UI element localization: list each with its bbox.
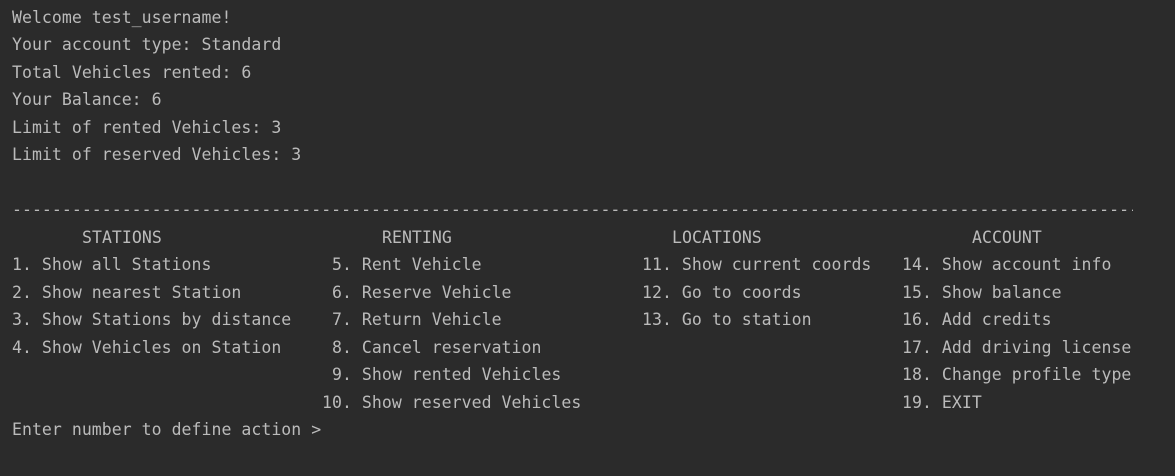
menu-item-show-balance: 15. Show balance — [902, 283, 1062, 302]
separator-line: ----------------------------------------… — [12, 200, 1133, 219]
limit-reserved-text: Limit of reserved Vehicles: 3 — [12, 145, 302, 164]
menu-item-show-account-info: 14. Show account info — [902, 255, 1112, 274]
account-header: ACCOUNT — [972, 228, 1042, 247]
menu-item-add-credits: 16. Add credits — [902, 310, 1052, 329]
stations-header: STATIONS — [82, 228, 162, 247]
menu-item-show-current-coords: 11. Show current coords — [642, 255, 872, 274]
console-output: Welcome test_username! Your account type… — [0, 0, 1175, 476]
menu-item-show-all-stations: 1. Show all Stations — [12, 255, 212, 274]
total-rented-text: Total Vehicles rented: 6 — [12, 63, 252, 82]
menu-item-go-to-coords: 12. Go to coords — [642, 283, 802, 302]
menu-item-vehicles-on-station: 4. Show Vehicles on Station — [12, 338, 282, 357]
account-type-text: Your account type: Standard — [12, 35, 282, 54]
menu-item-return-vehicle: 7. Return Vehicle — [332, 310, 502, 329]
menu-item-rent-vehicle: 5. Rent Vehicle — [332, 255, 482, 274]
menu-item-exit: 19. EXIT — [902, 393, 982, 412]
menu-item-reserve-vehicle: 6. Reserve Vehicle — [332, 283, 512, 302]
menu-item-show-nearest-station: 2. Show nearest Station — [12, 283, 242, 302]
locations-header: LOCATIONS — [672, 228, 762, 247]
menu-item-stations-by-distance: 3. Show Stations by distance — [12, 310, 292, 329]
menu-item-cancel-reservation: 8. Cancel reservation — [332, 338, 542, 357]
menu-item-show-rented-vehicles: 9. Show rented Vehicles — [332, 365, 562, 384]
renting-header: RENTING — [382, 228, 452, 247]
menu-item-change-profile-type: 18. Change profile type — [902, 365, 1132, 384]
welcome-text: Welcome test_username! — [12, 8, 232, 27]
menu-item-show-reserved-vehicles: 10. Show reserved Vehicles — [322, 393, 582, 412]
menu-item-go-to-station: 13. Go to station — [642, 310, 812, 329]
balance-text: Your Balance: 6 — [12, 90, 162, 109]
limit-rented-text: Limit of rented Vehicles: 3 — [12, 118, 282, 137]
input-prompt[interactable]: Enter number to define action > — [12, 418, 321, 442]
menu-item-add-driving-license: 17. Add driving license — [902, 338, 1132, 357]
